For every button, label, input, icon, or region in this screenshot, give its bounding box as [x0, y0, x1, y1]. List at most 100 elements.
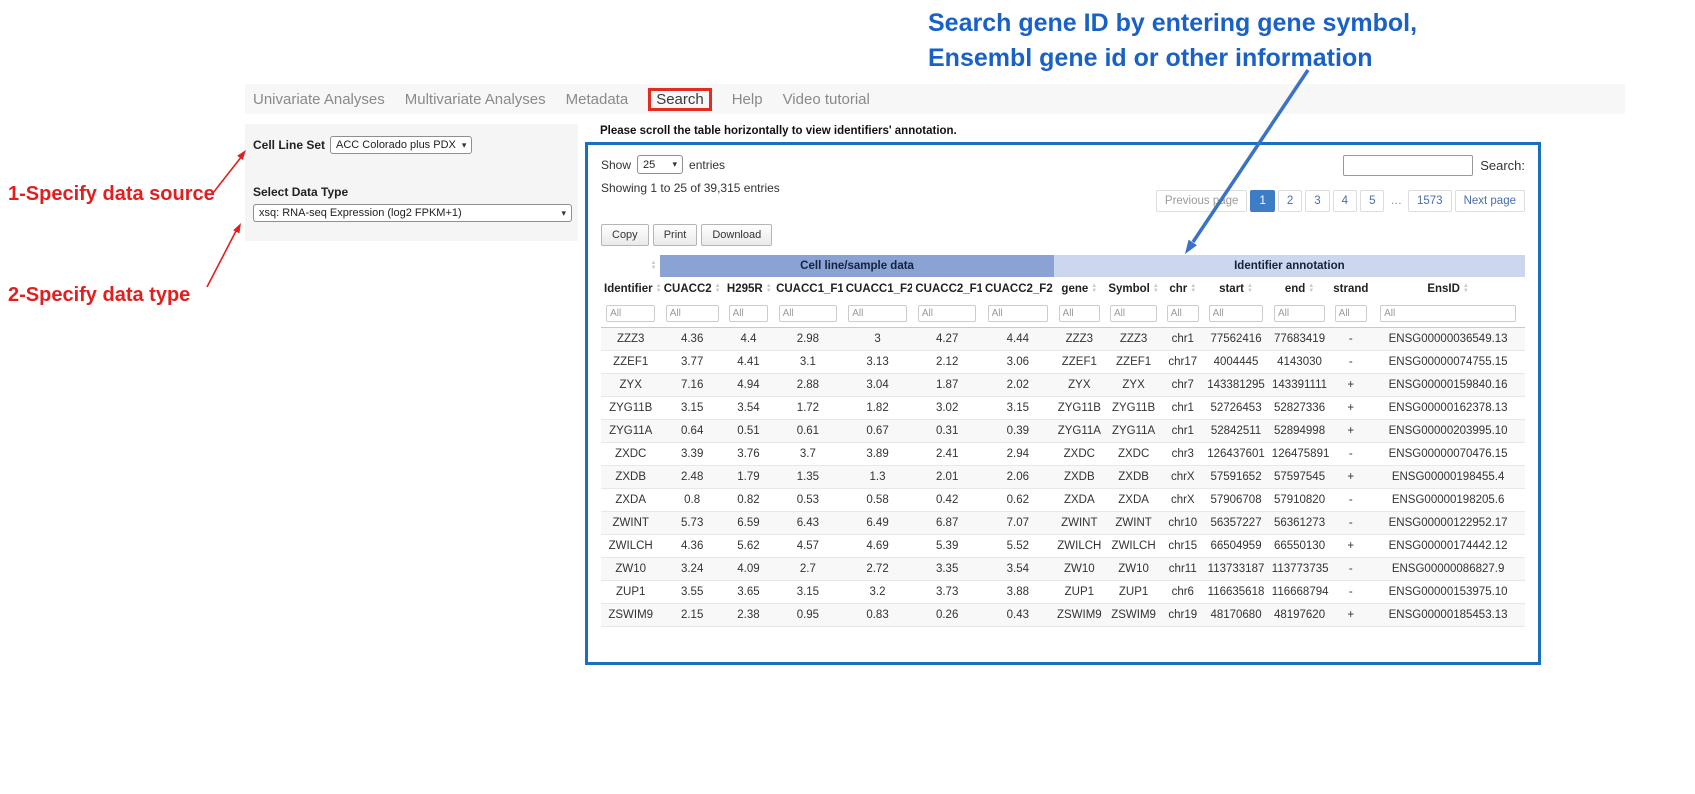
- pagination-page-4[interactable]: 4: [1333, 190, 1357, 212]
- cell-cuacc1-f2: 6.49: [843, 512, 913, 535]
- table-row-zswim9[interactable]: ZSWIM92.152.380.950.830.260.43ZSWIM9ZSWI…: [601, 604, 1525, 627]
- cell-cuacc2: 5.73: [660, 512, 724, 535]
- cell-gene: ZYX: [1054, 374, 1105, 397]
- filter-input-end[interactable]: [1274, 305, 1325, 322]
- pagination-page-2[interactable]: 2: [1278, 190, 1302, 212]
- cell-strand: -: [1330, 489, 1371, 512]
- filter-input-cuacc2-f1[interactable]: [918, 305, 977, 322]
- cell-cuacc1-f1: 2.88: [773, 374, 843, 397]
- nav-item-metadata[interactable]: Metadata: [566, 91, 629, 108]
- cell-line-set-select[interactable]: ACC Colorado plus PDX ▾: [330, 136, 472, 154]
- filter-input-ensid[interactable]: [1380, 305, 1516, 322]
- nav-item-video-tutorial[interactable]: Video tutorial: [783, 91, 870, 108]
- pagination-page-1[interactable]: 1: [1250, 190, 1274, 212]
- filter-input-strand[interactable]: [1335, 305, 1367, 322]
- column-header-identifier[interactable]: Identifier▲▼: [601, 278, 660, 301]
- column-header-cuacc2[interactable]: CUACC2▲▼: [660, 278, 724, 301]
- table-row-zzef1[interactable]: ZZEF13.774.413.13.132.123.06ZZEF1ZZEF1ch…: [601, 351, 1525, 374]
- cell-symbol: ZZZ3: [1105, 328, 1162, 351]
- cell-cuacc1-f2: 1.82: [843, 397, 913, 420]
- filter-input-identifier[interactable]: [606, 305, 655, 322]
- column-header-cuacc2-f1[interactable]: CUACC2_F1▲▼: [912, 278, 982, 301]
- column-header-end[interactable]: end▲▼: [1269, 278, 1330, 301]
- scroll-hint: Please scroll the table horizontally to …: [600, 125, 957, 137]
- cell-chr: chrX: [1162, 466, 1203, 489]
- filter-input-chr[interactable]: [1167, 305, 1199, 322]
- cell-end: 4143030: [1269, 351, 1330, 374]
- search-control: Search:: [1343, 155, 1525, 176]
- cell-ensid: ENSG00000185453.13: [1371, 604, 1525, 627]
- group-header-blank[interactable]: ▲▼: [601, 255, 660, 278]
- pagination-next[interactable]: Next page: [1455, 190, 1525, 212]
- sort-icon: ▲▼: [1247, 284, 1253, 294]
- download-button[interactable]: Download: [701, 224, 772, 246]
- cell-end: 57910820: [1269, 489, 1330, 512]
- column-header-start[interactable]: start▲▼: [1203, 278, 1269, 301]
- table-row-zyg11a[interactable]: ZYG11A0.640.510.610.670.310.39ZYG11AZYG1…: [601, 420, 1525, 443]
- filter-input-h295r[interactable]: [729, 305, 769, 322]
- table-row-zzz3[interactable]: ZZZ34.364.42.9834.274.44ZZZ3ZZZ3chr17756…: [601, 328, 1525, 351]
- cell-line-set-row: Cell Line Set ACC Colorado plus PDX ▾: [253, 136, 570, 154]
- column-label: CUACC1_F1: [776, 283, 843, 295]
- table-row-zyg11b[interactable]: ZYG11B3.153.541.721.823.023.15ZYG11BZYG1…: [601, 397, 1525, 420]
- cell-ensid: ENSG00000203995.10: [1371, 420, 1525, 443]
- filter-input-cuacc2[interactable]: [666, 305, 719, 322]
- cell-cuacc2-f1: 2.41: [912, 443, 982, 466]
- column-header-cuacc2-f2[interactable]: CUACC2_F2▲▼: [982, 278, 1054, 301]
- filter-cell-cuacc1-f1: [773, 300, 843, 328]
- column-label: start: [1219, 283, 1244, 295]
- table-row-zw10[interactable]: ZW103.244.092.72.723.353.54ZW10ZW10chr11…: [601, 558, 1525, 581]
- nav-item-multivariate-analyses[interactable]: Multivariate Analyses: [405, 91, 546, 108]
- filter-input-cuacc1-f2[interactable]: [848, 305, 907, 322]
- filter-input-start[interactable]: [1209, 305, 1264, 322]
- table-controls-second: Showing 1 to 25 of 39,315 entries Previo…: [601, 181, 1525, 212]
- pagination-page-5[interactable]: 5: [1360, 190, 1384, 212]
- page-length-select[interactable]: 25 ▾: [637, 155, 683, 174]
- cell-h295r: 2.38: [724, 604, 773, 627]
- nav-item-help[interactable]: Help: [732, 91, 763, 108]
- cell-line-set-label: Cell Line Set: [253, 138, 325, 152]
- table-row-zyx[interactable]: ZYX7.164.942.883.041.872.02ZYXZYXchr7143…: [601, 374, 1525, 397]
- filter-input-gene[interactable]: [1059, 305, 1101, 322]
- pagination-page-1573[interactable]: 1573: [1408, 190, 1452, 212]
- column-header-strand[interactable]: strand▲▼: [1330, 278, 1371, 301]
- print-button[interactable]: Print: [653, 224, 698, 246]
- cell-cuacc2-f1: 3.73: [912, 581, 982, 604]
- filter-input-cuacc1-f1[interactable]: [779, 305, 838, 322]
- column-header-ensid[interactable]: EnsID▲▼: [1371, 278, 1525, 301]
- table-row-zup1[interactable]: ZUP13.553.653.153.23.733.88ZUP1ZUP1chr61…: [601, 581, 1525, 604]
- table-row-zxda[interactable]: ZXDA0.80.820.530.580.420.62ZXDAZXDAchrX5…: [601, 489, 1525, 512]
- cell-start: 113733187: [1203, 558, 1269, 581]
- table-row-zwint[interactable]: ZWINT5.736.596.436.496.877.07ZWINTZWINTc…: [601, 512, 1525, 535]
- chevron-down-icon: ▾: [673, 160, 678, 169]
- cell-symbol: ZXDB: [1105, 466, 1162, 489]
- pagination-previous[interactable]: Previous page: [1156, 190, 1248, 212]
- filter-row: [601, 300, 1525, 328]
- nav-item-search[interactable]: Search: [648, 88, 712, 111]
- filter-cell-h295r: [724, 300, 773, 328]
- cell-start: 48170680: [1203, 604, 1269, 627]
- data-type-select[interactable]: xsq: RNA-seq Expression (log2 FPKM+1) ▾: [253, 204, 572, 222]
- column-header-h295r[interactable]: H295R▲▼: [724, 278, 773, 301]
- cell-gene: ZZEF1: [1054, 351, 1105, 374]
- cell-cuacc2: 7.16: [660, 374, 724, 397]
- table-row-zxdc[interactable]: ZXDC3.393.763.73.892.412.94ZXDCZXDCchr31…: [601, 443, 1525, 466]
- column-header-chr[interactable]: chr▲▼: [1162, 278, 1203, 301]
- copy-button[interactable]: Copy: [601, 224, 649, 246]
- filter-input-cuacc2-f2[interactable]: [988, 305, 1048, 322]
- column-header-symbol[interactable]: Symbol▲▼: [1105, 278, 1162, 301]
- cell-cuacc2: 3.24: [660, 558, 724, 581]
- filter-input-symbol[interactable]: [1110, 305, 1157, 322]
- cell-cuacc2: 2.15: [660, 604, 724, 627]
- column-header-cuacc1-f1[interactable]: CUACC1_F1▲▼: [773, 278, 843, 301]
- table-row-zxdb[interactable]: ZXDB2.481.791.351.32.012.06ZXDBZXDBchrX5…: [601, 466, 1525, 489]
- cell-cuacc1-f2: 3.2: [843, 581, 913, 604]
- cell-start: 52726453: [1203, 397, 1269, 420]
- search-input[interactable]: [1343, 155, 1473, 176]
- cell-chr: chr10: [1162, 512, 1203, 535]
- column-header-cuacc1-f2[interactable]: CUACC1_F2▲▼: [843, 278, 913, 301]
- pagination-page-3[interactable]: 3: [1305, 190, 1329, 212]
- column-header-gene[interactable]: gene▲▼: [1054, 278, 1105, 301]
- nav-item-univariate-analyses[interactable]: Univariate Analyses: [253, 91, 385, 108]
- table-row-zwilch[interactable]: ZWILCH4.365.624.574.695.395.52ZWILCHZWIL…: [601, 535, 1525, 558]
